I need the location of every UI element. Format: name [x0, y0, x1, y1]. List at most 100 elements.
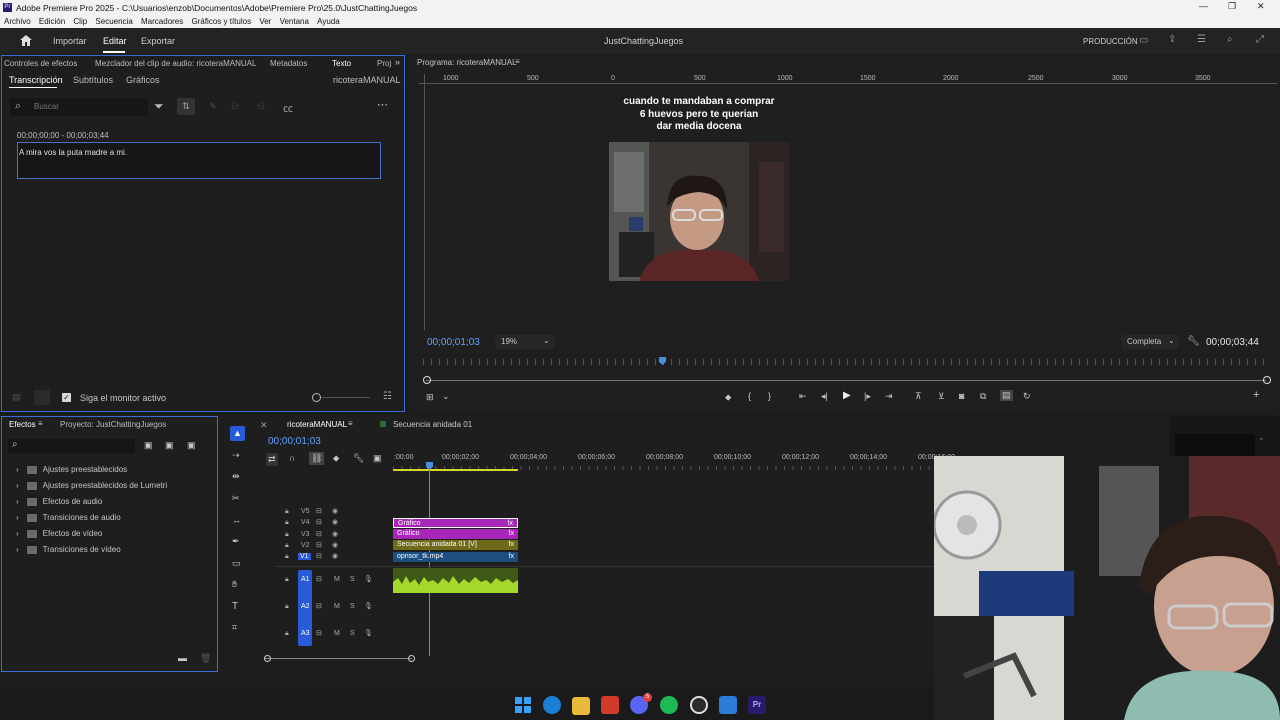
- subtab-graficos[interactable]: Gráficos: [126, 75, 160, 85]
- play-icon[interactable]: ▶: [843, 390, 851, 401]
- loop-icon[interactable]: ↻: [1023, 391, 1031, 402]
- solo-icon[interactable]: S: [350, 576, 355, 583]
- add-button-icon[interactable]: +: [1253, 389, 1259, 401]
- solo-icon[interactable]: S: [350, 630, 355, 637]
- tab-secuencia-anidada[interactable]: Secuencia anidada 01: [393, 420, 472, 429]
- rectangle-icon[interactable]: ▭: [232, 558, 241, 569]
- program-menu-icon[interactable]: ≡: [515, 57, 520, 66]
- video-frame[interactable]: [609, 142, 789, 281]
- yuv-effects-icon[interactable]: ▣: [187, 440, 196, 451]
- merge-icon[interactable]: ⚇: [257, 101, 265, 112]
- time-ruler[interactable]: [423, 359, 1269, 365]
- obs-icon[interactable]: [690, 696, 708, 714]
- video-editor-icon[interactable]: [601, 696, 619, 714]
- file-explorer-icon[interactable]: [572, 697, 590, 715]
- microphone-icon[interactable]: 🎙︎: [364, 602, 373, 610]
- subtab-transcripcion[interactable]: Transcripción: [9, 75, 63, 85]
- menu-graficos[interactable]: Gráficos y títulos: [192, 17, 252, 26]
- effects-folder[interactable]: › Efectos de audio: [16, 497, 102, 506]
- chevron-down-icon[interactable]: ⌄: [442, 391, 450, 402]
- lock-icon[interactable]: 🔒︎: [285, 508, 289, 516]
- mark-out-icon[interactable]: }: [768, 391, 771, 401]
- microphone-icon[interactable]: 🎙︎: [364, 575, 373, 583]
- eye-icon[interactable]: ◉: [332, 507, 338, 515]
- zoom-start-handle[interactable]: [264, 655, 271, 662]
- effects-folder[interactable]: › Transiciones de vídeo: [16, 545, 121, 554]
- audio-clip[interactable]: [393, 568, 518, 593]
- nest-toggle-icon[interactable]: ⇄: [266, 453, 278, 466]
- effects-search[interactable]: ⌕: [8, 439, 135, 453]
- sync-icon[interactable]: ⊟: [316, 507, 322, 515]
- sequence-menu-icon[interactable]: ≡: [348, 419, 353, 428]
- follow-monitor-checkbox[interactable]: ✓: [62, 393, 71, 402]
- capture-icon[interactable]: [719, 696, 737, 714]
- track-label-a3[interactable]: A3: [301, 630, 310, 637]
- caption-tool-icon[interactable]: ⌗: [232, 622, 237, 633]
- scrub-end-handle[interactable]: [1263, 376, 1271, 384]
- tab-texto[interactable]: Texto: [332, 59, 351, 68]
- solo-icon[interactable]: S: [350, 603, 355, 610]
- menu-edicion[interactable]: Edición: [39, 17, 65, 26]
- workspace-label[interactable]: PRODUCCIÓN: [1083, 37, 1138, 46]
- captions-icon[interactable]: ▣: [373, 453, 382, 464]
- menu-ver[interactable]: Ver: [259, 17, 271, 26]
- lock-icon[interactable]: 🔒︎: [285, 531, 289, 539]
- sync-icon[interactable]: ⊟: [316, 552, 322, 560]
- zoom-end-handle[interactable]: [408, 655, 415, 662]
- caption-overlay[interactable]: cuando te mandaban a comprar 6 huevos pe…: [599, 96, 799, 134]
- windows-start-icon[interactable]: [514, 696, 532, 714]
- nested-sequence-clip[interactable]: Secuencia anidada 01 [V] fx: [393, 540, 518, 550]
- lock-icon[interactable]: 🔒︎: [285, 603, 289, 611]
- menu-secuencia[interactable]: Secuencia: [95, 17, 132, 26]
- accelerated-effects-icon[interactable]: ▣: [144, 440, 153, 451]
- tab-proyecto[interactable]: Proyecto: JustChattingJuegos: [60, 420, 166, 429]
- lock-icon[interactable]: 🔒︎: [285, 630, 289, 638]
- ripple-edit-icon[interactable]: ⇹: [232, 471, 240, 482]
- playhead-timecode[interactable]: 00;00;01;03: [427, 337, 480, 348]
- slip-icon[interactable]: ↔: [232, 515, 241, 525]
- home-icon[interactable]: [20, 35, 32, 46]
- effects-folder[interactable]: › Ajustes preestablecidos de Lumetri: [16, 481, 167, 490]
- menu-clip[interactable]: Clip: [73, 17, 87, 26]
- menu-ventana[interactable]: Ventana: [280, 17, 309, 26]
- panel-icon[interactable]: ▭: [1139, 35, 1148, 46]
- lock-icon[interactable]: 🔒︎: [285, 542, 289, 550]
- eye-icon[interactable]: ◉: [332, 518, 338, 526]
- sync-icon[interactable]: ⊟: [316, 530, 322, 538]
- razor-icon[interactable]: ✂: [232, 493, 240, 504]
- tab-proj[interactable]: Proj: [377, 59, 391, 68]
- graphic-clip[interactable]: Gráfico fx: [393, 529, 518, 539]
- go-to-out-icon[interactable]: ⇥: [885, 391, 893, 402]
- graphic-clip[interactable]: Gráfico fx: [393, 518, 518, 528]
- maximize-icon[interactable]: ❐: [1228, 1, 1236, 12]
- close-icon[interactable]: ✕: [1257, 1, 1265, 12]
- zoom-select[interactable]: 19% ⌄: [495, 335, 555, 349]
- hand-icon[interactable]: ✋︎: [232, 579, 237, 590]
- sync-icon[interactable]: ⊟: [316, 518, 322, 526]
- fullscreen-icon[interactable]: ⤢: [1256, 34, 1264, 45]
- trash-icon[interactable]: 🗑︎: [200, 653, 211, 664]
- effects-menu-icon[interactable]: ≡: [38, 419, 43, 428]
- step-forward-icon[interactable]: |▸: [864, 391, 871, 402]
- captions-toggle-icon[interactable]: ▤: [1000, 390, 1013, 401]
- list-icon[interactable]: ☰: [1197, 34, 1206, 45]
- filter-icon[interactable]: ⏷: [154, 99, 164, 114]
- microphone-icon[interactable]: 🎙︎: [364, 629, 373, 637]
- menu-marcadores[interactable]: Marcadores: [141, 17, 183, 26]
- search-icon[interactable]: ⌕: [1227, 34, 1233, 45]
- transcript-segment[interactable]: A mira vos la puta madre a mi.: [17, 142, 381, 179]
- mark-in-icon[interactable]: {: [748, 391, 751, 401]
- minimize-icon[interactable]: —: [1199, 1, 1208, 11]
- sync-icon[interactable]: ⊟: [316, 602, 322, 610]
- track-label-a2[interactable]: A2: [301, 603, 310, 610]
- more-tabs-icon[interactable]: »: [395, 57, 400, 67]
- lock-icon[interactable]: 🔒︎: [285, 553, 289, 561]
- sync-icon[interactable]: ⊟: [316, 629, 322, 637]
- subtab-subtitulos[interactable]: Subtítulos: [73, 75, 113, 85]
- timeline-timecode[interactable]: 00;00;01;03: [268, 436, 321, 447]
- mute-icon[interactable]: M: [334, 630, 340, 637]
- extract-icon[interactable]: ⊻: [938, 391, 945, 402]
- scrub-start-handle[interactable]: [423, 376, 431, 384]
- sync-icon[interactable]: ⊟: [316, 541, 322, 549]
- add-marker-icon[interactable]: ⬥: [333, 453, 339, 464]
